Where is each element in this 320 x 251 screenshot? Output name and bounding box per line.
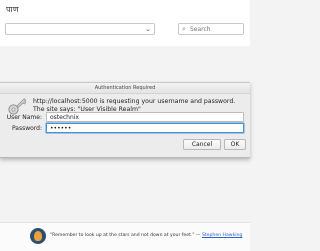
search-input[interactable] [190, 25, 240, 33]
category-select[interactable]: ⌄ [5, 23, 155, 35]
chevron-down-icon: ⌄ [145, 25, 151, 33]
search-box[interactable]: ⌕ [178, 23, 244, 35]
site-logo-icon [30, 228, 46, 244]
site-footer: "Remember to look up at the stars and no… [0, 222, 250, 251]
username-field[interactable] [46, 112, 244, 122]
username-label: User Name: [6, 114, 42, 121]
password-label: Password: [11, 125, 42, 132]
site-title[interactable]: पाण [6, 4, 19, 15]
auth-dialog: Authentication Required http://localhost… [0, 82, 250, 158]
dialog-title: Authentication Required [0, 83, 250, 94]
quote-author-link[interactable]: Stephen Hawking [202, 233, 242, 238]
quote-text: "Remember to look up at the stars and no… [50, 233, 202, 238]
site-header: पाण ⌄ ⌕ [0, 0, 250, 46]
cancel-button[interactable]: Cancel [183, 139, 221, 150]
password-field[interactable] [46, 123, 244, 133]
footer-quote: "Remember to look up at the stars and no… [50, 233, 250, 238]
key-icon [8, 98, 27, 115]
search-icon: ⌕ [182, 25, 186, 33]
ok-button[interactable]: OK [224, 139, 246, 150]
